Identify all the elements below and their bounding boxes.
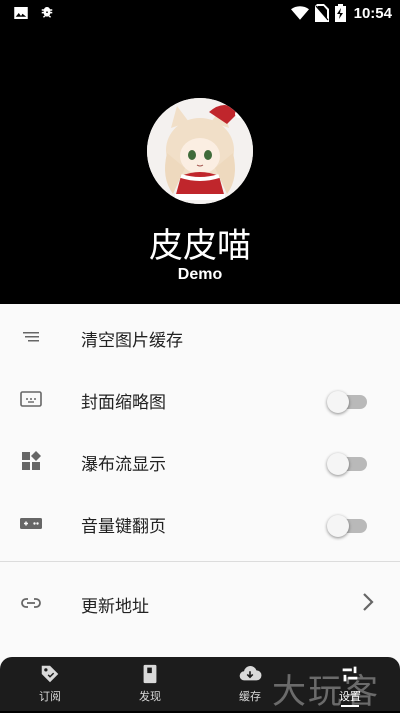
widgets-icon (22, 451, 41, 470)
clock: 10:54 (353, 4, 392, 22)
setting-cover-thumbnail[interactable]: 封面缩略图 (0, 368, 400, 430)
setting-label: 清空图片缓存 (81, 331, 183, 351)
setting-label: 瀑布流显示 (81, 455, 166, 475)
cloud-download-icon (239, 666, 262, 681)
active-indicator (341, 705, 359, 707)
toggle-thumb (327, 515, 349, 537)
wifi-icon (290, 6, 309, 20)
divider (0, 561, 400, 562)
volume-key-page-turn-toggle[interactable] (327, 513, 369, 537)
profile-header: 皮皮喵 Demo (0, 28, 400, 304)
settings-icon (342, 666, 358, 682)
bug-icon (41, 7, 53, 18)
avatar[interactable] (147, 98, 253, 204)
no-sim-icon (314, 4, 329, 22)
setting-label: 封面缩略图 (81, 393, 166, 413)
nav-label: 设置 (339, 690, 361, 703)
nav-label: 缓存 (239, 690, 261, 703)
nav-cache[interactable]: 缓存 (220, 663, 280, 704)
gamepad-icon (20, 518, 42, 529)
setting-label: 更新地址 (81, 597, 149, 617)
bottom-navigation: 订阅 发现 缓存 设置 (0, 657, 400, 711)
link-icon (21, 598, 41, 608)
setting-waterfall-display[interactable]: 瀑布流显示 (0, 430, 400, 492)
sort-lines-icon (23, 332, 39, 342)
tag-icon (41, 665, 59, 683)
profile-name: 皮皮喵 (149, 226, 251, 266)
thumbnail-icon (20, 391, 42, 407)
cover-thumbnail-toggle[interactable] (327, 389, 369, 413)
setting-volume-key-page-turn[interactable]: 音量键翻页 (0, 492, 400, 554)
chevron-right-icon (363, 593, 374, 611)
nav-label: 订阅 (39, 690, 61, 703)
avatar-image (147, 98, 253, 204)
book-icon (143, 664, 157, 684)
setting-update-url[interactable]: 更新地址 (0, 572, 400, 634)
toggle-thumb (327, 453, 349, 475)
nav-label: 发现 (139, 690, 161, 703)
toggle-thumb (327, 391, 349, 413)
profile-subtitle: Demo (177, 266, 223, 283)
waterfall-display-toggle[interactable] (327, 451, 369, 475)
nav-discover[interactable]: 发现 (120, 663, 180, 704)
nav-settings[interactable]: 设置 (320, 663, 380, 704)
setting-clear-image-cache[interactable]: 清空图片缓存 (0, 306, 400, 368)
status-bar: 10:54 (0, 0, 400, 28)
image-icon (14, 7, 28, 19)
battery-charging-icon (334, 4, 346, 22)
nav-subscribe[interactable]: 订阅 (20, 663, 80, 704)
setting-label: 音量键翻页 (81, 517, 166, 537)
